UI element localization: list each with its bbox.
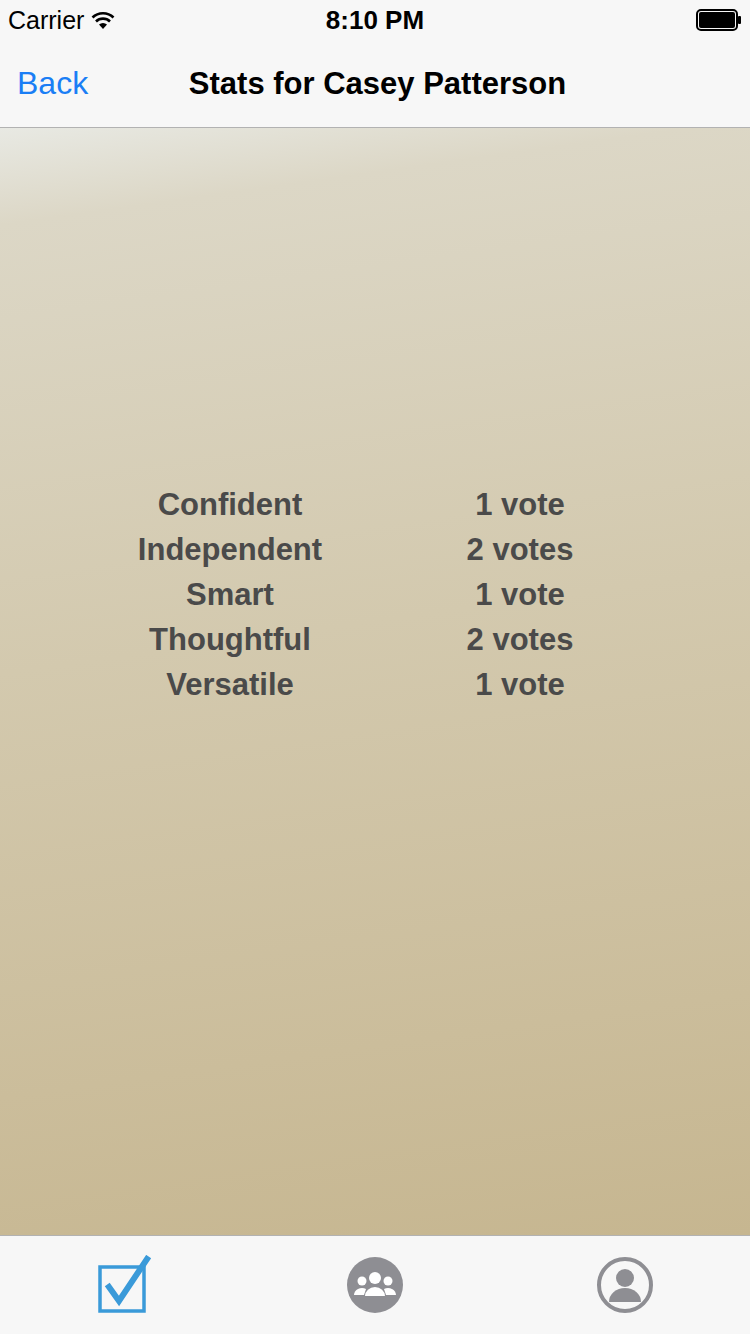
stats-list: Confident 1 vote Independent 2 votes Smart 1 … [100,482,650,1235]
vote-count: 1 vote [390,577,650,613]
carrier-label: Carrier [8,6,84,35]
trait-label: Thoughtful [100,622,360,658]
top-bar: Carrier 8:10 PM BackStats for Casey Patter… [0,0,750,128]
trait-label: Smart [100,577,360,613]
vote-count: 2 votes [390,532,650,568]
stat-row: Independent 2 votes [100,527,650,572]
wifi-icon [90,10,116,30]
trait-label: Independent [100,532,360,568]
group-icon [346,1256,404,1314]
tab-bar [0,1235,750,1334]
trait-label: Versatile [100,667,360,703]
screen: Carrier 8:10 PM BackStats for Casey Patter… [0,0,750,1334]
tab-item[interactable] [585,1256,665,1314]
nav-title: Stats for Casey Patterson [189,66,566,102]
trait-label: Confident [100,487,360,523]
profile-icon [596,1256,654,1314]
tab-item[interactable] [335,1256,415,1314]
tab-item[interactable] [85,1255,165,1315]
checkbox-icon [97,1255,153,1315]
back-button[interactable]: Back [17,65,189,102]
stat-row: Thoughtful 2 votes [100,617,650,662]
vote-count: 1 vote [390,667,650,703]
vote-count: 1 vote [390,487,650,523]
status-bar: Carrier 8:10 PM [0,0,750,40]
navigation-bar: BackStats for Casey Patterson [0,40,750,127]
vote-count: 2 votes [390,622,650,658]
stat-row: Smart 1 vote [100,572,650,617]
battery-icon [696,9,742,31]
clock-label: 8:10 PM [326,5,424,36]
stat-row: Versatile 1 vote [100,662,650,707]
stat-row: Confident 1 vote [100,482,650,527]
stats-panel: Confident 1 vote Independent 2 votes Smart 1 … [0,128,750,1235]
